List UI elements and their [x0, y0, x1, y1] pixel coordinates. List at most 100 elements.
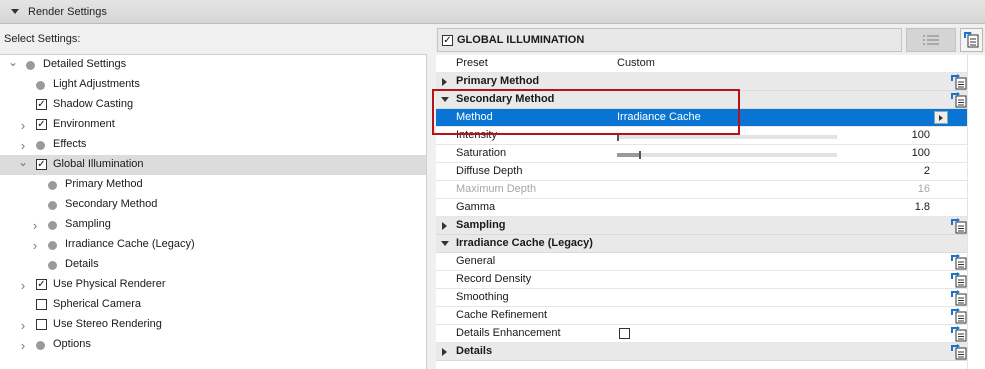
tree-item-details[interactable]: Details	[0, 255, 426, 275]
settings-doc-icon[interactable]	[951, 218, 967, 234]
tree-item-light-adjustments[interactable]: Light Adjustments	[0, 75, 426, 95]
expand-down-icon[interactable]	[441, 97, 449, 102]
slider-fill	[617, 153, 639, 157]
render-settings-header[interactable]: Render Settings	[0, 0, 985, 24]
tree-item-label: Global Illumination	[53, 158, 144, 170]
property-name: Preset	[456, 57, 488, 69]
property-value[interactable]: Irradiance Cache	[617, 111, 701, 123]
group-secondary-method[interactable]: Secondary Method	[436, 91, 967, 109]
settings-doc-icon[interactable]	[951, 344, 967, 360]
tree-checkbox[interactable]: ✓	[36, 99, 47, 110]
collapse-triangle-icon[interactable]	[11, 9, 19, 14]
expand-right-icon[interactable]	[442, 222, 447, 230]
chevron-right-icon[interactable]: ›	[30, 238, 40, 253]
property-name: Gamma	[456, 201, 496, 213]
property-name: Details	[456, 345, 493, 357]
property-row-smoothing[interactable]: Smoothing	[436, 289, 967, 307]
chevron-down-icon[interactable]: ⌄	[18, 155, 28, 169]
tree-item-irradiance-cache-legacy[interactable]: › Irradiance Cache (Legacy)	[0, 235, 426, 255]
tree-item-primary-method[interactable]: Primary Method	[0, 175, 426, 195]
tree-item-secondary-method[interactable]: Secondary Method	[0, 195, 426, 215]
expand-right-icon[interactable]	[442, 78, 447, 86]
tree-checkbox[interactable]: ✓	[36, 119, 47, 130]
tree-checkbox[interactable]	[36, 319, 47, 330]
slider-knob[interactable]	[639, 151, 641, 159]
settings-doc-icon[interactable]	[951, 326, 967, 342]
settings-doc-icon[interactable]	[951, 74, 967, 90]
tree-item-detailed-settings[interactable]: ⌄ Detailed Settings	[0, 55, 426, 75]
tree-item-label: Effects	[53, 138, 87, 150]
group-primary-method[interactable]: Primary Method	[436, 73, 967, 91]
tree-item-label: Details	[65, 258, 99, 270]
settings-doc-icon[interactable]	[951, 308, 967, 324]
tree-item-options[interactable]: › Options	[0, 335, 426, 355]
tree-item-spherical-camera[interactable]: Spherical Camera	[0, 295, 426, 315]
property-row-preset[interactable]: Preset Custom	[436, 55, 967, 73]
property-row-record-density[interactable]: Record Density	[436, 271, 967, 289]
tree-item-label: Use Stereo Rendering	[53, 318, 162, 330]
list-view-button[interactable]	[906, 28, 956, 52]
tree-item-label: Sampling	[65, 218, 111, 230]
tree-checkbox[interactable]: ✓	[36, 159, 47, 170]
tree-checkbox[interactable]: ✓	[36, 279, 47, 290]
property-row-method[interactable]: Method Irradiance Cache	[436, 109, 967, 127]
bullet-icon	[48, 261, 57, 270]
tree-item-global-illumination[interactable]: ⌄ ✓ Global Illumination	[0, 155, 426, 175]
settings-doc-icon[interactable]	[951, 272, 967, 288]
chevron-right-icon[interactable]: ›	[18, 118, 28, 133]
group-irradiance-cache-legacy[interactable]: Irradiance Cache (Legacy)	[436, 235, 967, 253]
chevron-right-icon[interactable]: ›	[30, 218, 40, 233]
property-row-cache-refinement[interactable]: Cache Refinement	[436, 307, 967, 325]
bullet-icon	[48, 201, 57, 210]
property-name: Cache Refinement	[456, 309, 548, 321]
tree-item-label: Detailed Settings	[43, 58, 127, 70]
settings-doc-icon[interactable]	[951, 290, 967, 306]
property-number: 2	[923, 165, 930, 177]
tree-item-use-stereo-rendering[interactable]: › Use Stereo Rendering	[0, 315, 426, 335]
slider-knob[interactable]	[617, 133, 619, 141]
chevron-right-icon[interactable]: ›	[18, 138, 28, 153]
property-value: Custom	[617, 57, 655, 69]
property-row-intensity[interactable]: Intensity 100	[436, 127, 967, 145]
tree-item-use-physical-renderer[interactable]: › ✓ Use Physical Renderer	[0, 275, 426, 295]
property-name: Maximum Depth	[456, 183, 537, 195]
group-details[interactable]: Details	[436, 343, 967, 361]
tree-item-effects[interactable]: › Effects	[0, 135, 426, 155]
property-name: Sampling	[456, 219, 506, 231]
bullet-icon	[36, 341, 45, 350]
chevron-right-icon[interactable]: ›	[18, 338, 28, 353]
list-icon	[923, 35, 939, 45]
group-sampling[interactable]: Sampling	[436, 217, 967, 235]
tree-checkbox[interactable]	[36, 299, 47, 310]
settings-doc-icon[interactable]	[951, 92, 967, 108]
value-slider[interactable]	[617, 133, 837, 141]
property-row-details-enhancement[interactable]: Details Enhancement	[436, 325, 967, 343]
expand-down-icon[interactable]	[441, 241, 449, 246]
property-row-maximum-depth[interactable]: Maximum Depth 16	[436, 181, 967, 199]
expand-right-icon[interactable]	[442, 348, 447, 356]
global-illumination-checkbox[interactable]: ✓	[442, 34, 453, 46]
panel-title: Render Settings	[28, 5, 107, 18]
chevron-right-icon[interactable]: ›	[18, 318, 28, 333]
bullet-icon	[36, 141, 45, 150]
property-row-gamma[interactable]: Gamma 1.8	[436, 199, 967, 217]
chevron-down-icon[interactable]: ⌄	[8, 55, 18, 69]
play-right-icon	[939, 114, 943, 121]
tree-item-sampling[interactable]: › Sampling	[0, 215, 426, 235]
settings-doc-icon[interactable]	[951, 254, 967, 270]
tree-item-shadow-casting[interactable]: ✓ Shadow Casting	[0, 95, 426, 115]
bullet-icon	[48, 221, 57, 230]
chevron-right-icon[interactable]: ›	[18, 278, 28, 293]
property-number: 100	[911, 129, 930, 141]
settings-tree: ⌄ Detailed Settings Light Adjustments ✓ Shad…	[0, 54, 427, 369]
export-settings-button[interactable]	[960, 28, 983, 52]
property-row-saturation[interactable]: Saturation 100	[436, 145, 967, 163]
value-slider[interactable]	[617, 151, 837, 159]
dropdown-arrow-button[interactable]	[934, 111, 948, 124]
global-illumination-title[interactable]: ✓ GLOBAL ILLUMINATION	[437, 28, 902, 52]
details-enhancement-checkbox[interactable]	[619, 328, 630, 339]
tree-item-environment[interactable]: › ✓ Environment	[0, 115, 426, 135]
property-row-diffuse-depth[interactable]: Diffuse Depth 2	[436, 163, 967, 181]
property-row-general[interactable]: General	[436, 253, 967, 271]
tree-item-label: Spherical Camera	[53, 298, 142, 310]
